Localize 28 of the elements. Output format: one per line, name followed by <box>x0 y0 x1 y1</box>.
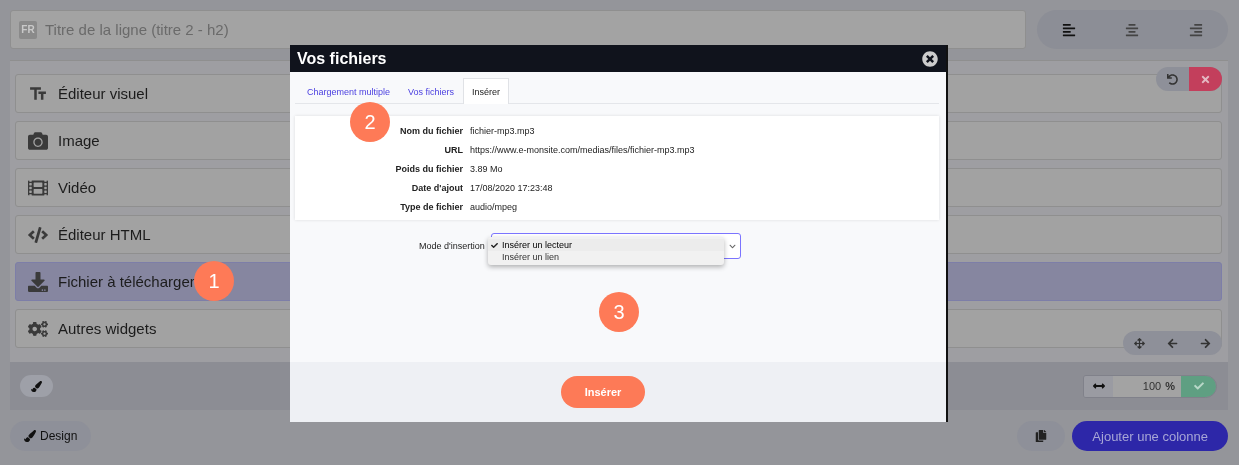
info-label: URL <box>443 145 463 155</box>
design-button[interactable]: Design <box>10 421 92 451</box>
info-label: Type de fichier <box>399 202 463 212</box>
dropdown-option[interactable]: Insérer un lecteur <box>488 239 724 251</box>
info-value: 17/08/2020 17:23:48 <box>470 183 554 193</box>
info-label: Date d'ajout <box>410 183 463 193</box>
info-label: Nom du fichier <box>399 126 463 136</box>
dropdown-option[interactable]: Insérer un lien <box>488 251 724 263</box>
width-input[interactable]: 100 % <box>1113 375 1181 397</box>
dialog-title: Vos fichiers <box>297 49 387 68</box>
title-placeholder: Titre de la ligne (titre 2 - h2) <box>45 21 229 38</box>
widget-label: Éditeur visuel <box>58 85 149 102</box>
dialog-tab[interactable]: Chargement multiple <box>298 78 400 104</box>
widget-label: Vidéo <box>58 179 97 196</box>
language-badge: FR <box>19 20 37 39</box>
widget-label: Fichier à télécharger <box>58 273 195 290</box>
info-label: Poids du fichier <box>394 164 463 174</box>
widget-label: Éditeur HTML <box>58 226 151 243</box>
add-column-button[interactable]: Ajouter une colonne <box>1072 421 1228 451</box>
info-value: 3.89 Mo <box>470 164 504 174</box>
dialog-tab[interactable]: Vos fichiers <box>399 78 464 104</box>
info-value: fichier-mp3.mp3 <box>470 126 536 136</box>
info-value: audio/mpeg <box>470 202 519 212</box>
widget-label: Image <box>58 132 100 149</box>
info-value: https://www.e-monsite.com/medias/files/fichier-mp3.mp3 <box>470 145 696 155</box>
dialog-tab[interactable]: Insérer <box>463 78 510 104</box>
insert-mode-label: Mode d'insertion <box>419 241 485 251</box>
widget-label: Autres widgets <box>58 320 157 337</box>
